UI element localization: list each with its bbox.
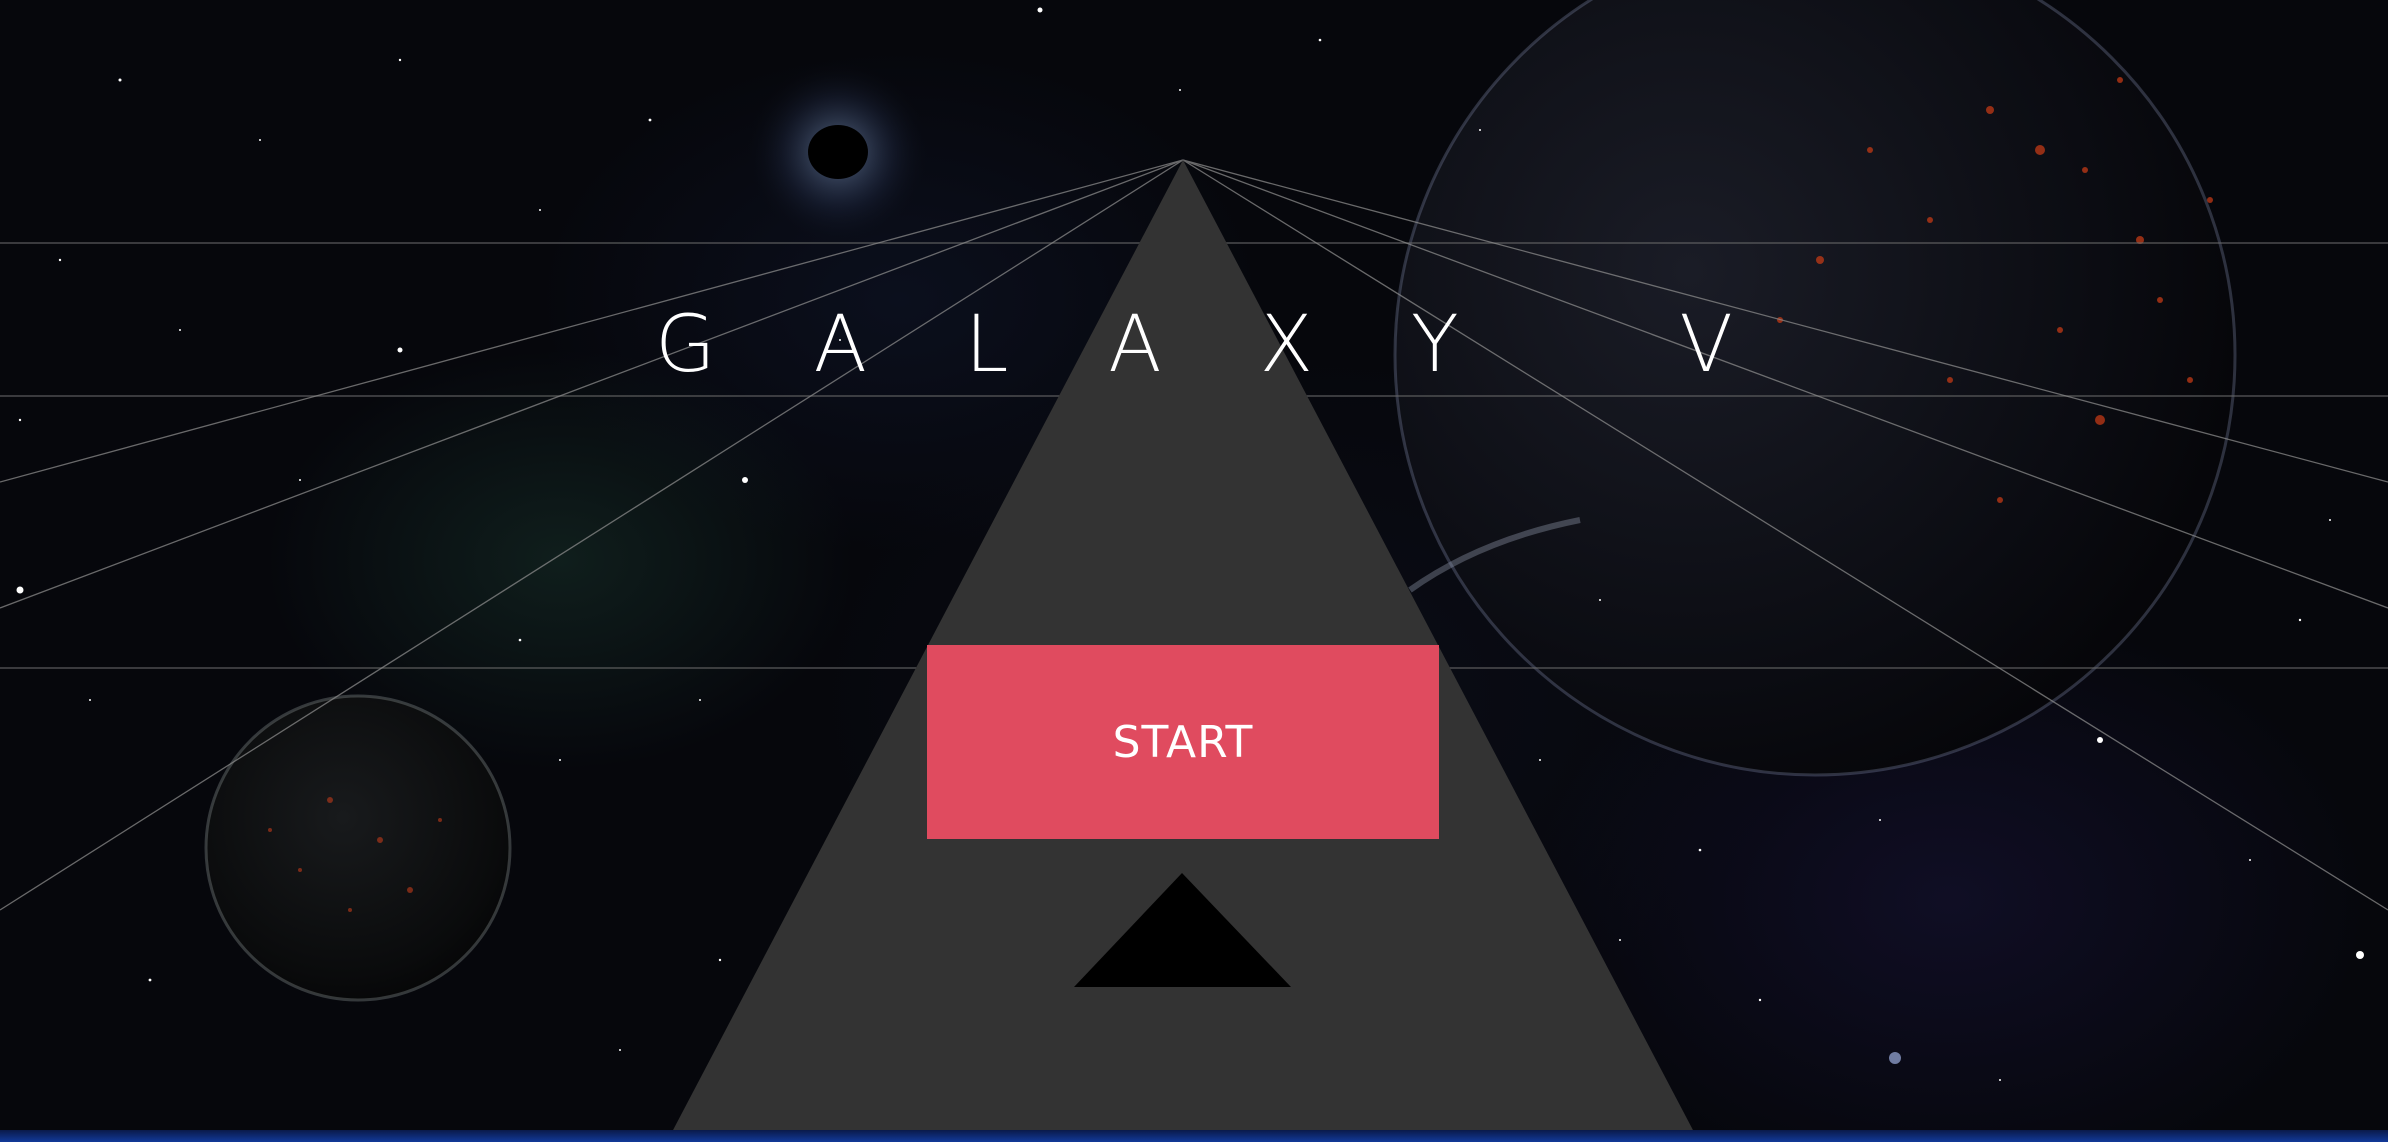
bottom-bar <box>0 1130 2388 1142</box>
game-title: GALAXY V <box>655 300 1831 390</box>
pyramid <box>672 160 1694 1132</box>
game-screen: GALAXY V START <box>0 0 2388 1142</box>
start-button[interactable]: START <box>927 645 1439 839</box>
